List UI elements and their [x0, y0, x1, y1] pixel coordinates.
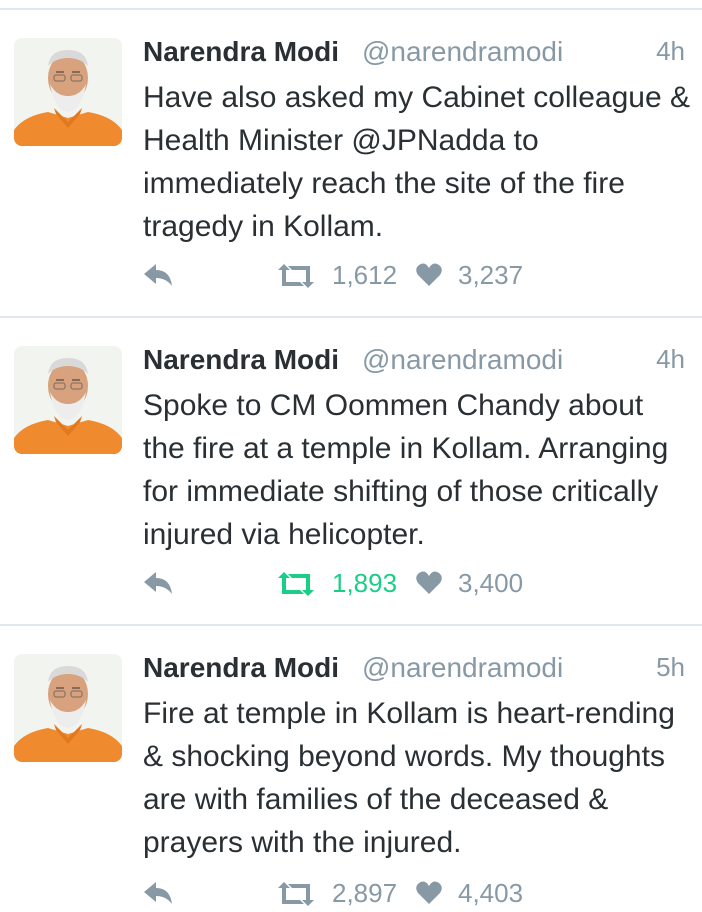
tweet-item[interactable]: Narendra Modi @narendramodi 5h Fire at t… — [0, 626, 702, 908]
tweet-text: Have also asked my Cabinet colleague & H… — [143, 81, 690, 243]
retweet-count: 1,612 — [332, 260, 398, 290]
tweet-header: Narendra Modi @narendramodi 4h — [143, 32, 688, 72]
author-handle[interactable]: @narendramodi — [362, 344, 563, 376]
tweet-text: Fire at temple in Kollam is heart-rendin… — [143, 697, 675, 859]
tweet-timestamp[interactable]: 5h — [656, 652, 685, 683]
author-name[interactable]: Narendra Modi — [143, 652, 339, 684]
retweet-count: 2,897 — [332, 878, 398, 908]
retweet-count: 1,893 — [332, 568, 398, 598]
like-count: 3,400 — [458, 568, 524, 598]
tweet-actions: 1,893 3,400 — [140, 566, 640, 602]
heart-icon[interactable] — [415, 262, 443, 288]
retweet-icon[interactable] — [276, 880, 316, 908]
avatar[interactable] — [14, 346, 122, 454]
avatar-image — [14, 38, 122, 146]
avatar[interactable] — [14, 38, 122, 146]
avatar[interactable] — [14, 654, 122, 762]
author-name[interactable]: Narendra Modi — [143, 344, 339, 376]
tweet-item[interactable]: Narendra Modi @narendramodi 4h Spoke to … — [0, 318, 702, 626]
heart-icon[interactable] — [415, 570, 443, 596]
like-count: 3,237 — [458, 260, 524, 290]
tweet-timestamp[interactable]: 4h — [656, 36, 685, 67]
retweet-icon[interactable] — [276, 262, 316, 290]
heart-icon[interactable] — [415, 880, 443, 906]
tweet-item[interactable]: Narendra Modi @narendramodi 4h Have also… — [0, 10, 702, 318]
tweet-actions: 1,612 3,237 — [140, 258, 640, 294]
tweet-header: Narendra Modi @narendramodi 4h — [143, 340, 688, 380]
tweet-timestamp[interactable]: 4h — [656, 344, 685, 375]
reply-arrow-icon[interactable] — [140, 260, 176, 292]
like-count: 4,403 — [458, 878, 524, 908]
author-name[interactable]: Narendra Modi — [143, 36, 339, 68]
tweet-header: Narendra Modi @narendramodi 5h — [143, 648, 688, 688]
tweet-actions: 2,897 4,403 — [140, 876, 640, 912]
tweet-text: Spoke to CM Oommen Chandy about the fire… — [143, 389, 669, 551]
reply-arrow-icon[interactable] — [140, 568, 176, 600]
author-handle[interactable]: @narendramodi — [362, 36, 563, 68]
avatar-image — [14, 346, 122, 454]
author-handle[interactable]: @narendramodi — [362, 652, 563, 684]
reply-arrow-icon[interactable] — [140, 878, 176, 910]
avatar-image — [14, 654, 122, 762]
retweet-icon[interactable] — [276, 570, 316, 598]
